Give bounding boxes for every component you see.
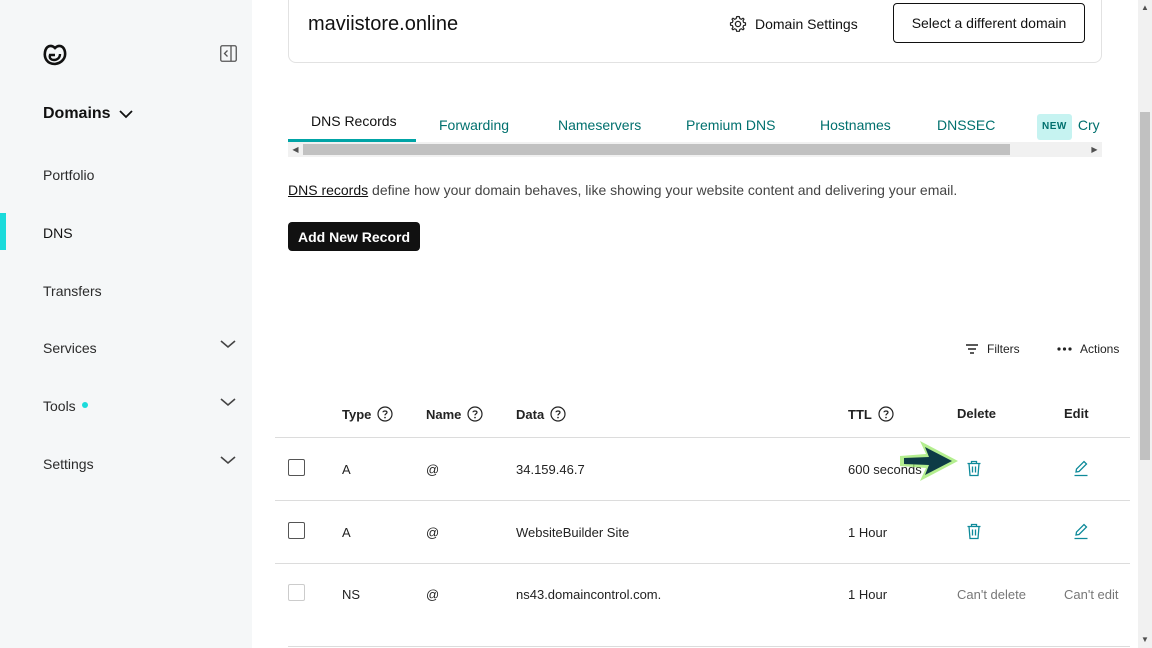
row-checkbox: [288, 584, 305, 601]
record-type: A: [342, 462, 351, 477]
sidebar-item-portfolio[interactable]: Portfolio: [43, 165, 243, 185]
cant-delete-text: Can't delete: [957, 587, 1026, 602]
trash-icon[interactable]: [966, 460, 982, 477]
sidebar-item-settings[interactable]: Settings: [43, 454, 243, 474]
chevron-down-icon: [220, 398, 236, 407]
record-data: WebsiteBuilder Site: [516, 525, 630, 540]
row-checkbox[interactable]: [288, 459, 305, 476]
domain-name: maviistore.online: [308, 13, 459, 35]
sidebar-item-tools[interactable]: Tools: [43, 396, 243, 416]
scrollbar-thumb[interactable]: [1140, 112, 1150, 460]
cant-edit-text: Can't edit: [1064, 587, 1119, 602]
active-indicator: [0, 213, 6, 250]
filters-button[interactable]: Filters: [965, 342, 1020, 356]
record-name: @: [426, 462, 440, 477]
section-title: Domains: [43, 105, 111, 122]
tab-dns-records[interactable]: DNS Records: [311, 110, 397, 142]
column-header-type: Type: [342, 406, 393, 422]
row-divider: [275, 563, 1130, 564]
notification-dot: [81, 402, 88, 408]
domain-settings-link[interactable]: Domain Settings: [729, 15, 858, 33]
dns-records-link[interactable]: DNS records: [288, 182, 368, 198]
row-checkbox[interactable]: [288, 522, 305, 539]
pencil-icon[interactable]: [1073, 523, 1089, 540]
more-dots-icon: [1057, 347, 1072, 351]
pencil-icon[interactable]: [1073, 460, 1089, 477]
record-type: A: [342, 525, 351, 540]
tabs-horizontal-scrollbar[interactable]: ◀ ▶: [288, 142, 1102, 157]
arrow-pointer-icon: [900, 441, 958, 481]
scroll-up-arrow-icon[interactable]: ▲: [1138, 2, 1152, 14]
scroll-down-arrow-icon[interactable]: ▼: [1138, 634, 1152, 646]
chevron-down-icon: [220, 456, 236, 465]
sidebar: Domains Portfolio DNS Transfers Services…: [0, 0, 252, 648]
chevron-down-icon: [220, 340, 236, 349]
sidebar-item-dns[interactable]: DNS: [43, 223, 243, 243]
help-icon[interactable]: [550, 406, 566, 422]
help-icon[interactable]: [878, 406, 894, 422]
record-ttl: 1 Hour: [848, 525, 888, 540]
dns-tabs: DNS Records Forwarding Nameservers Premi…: [288, 110, 1138, 142]
row-divider: [288, 646, 1130, 647]
help-icon[interactable]: [467, 406, 484, 422]
collapse-sidebar-icon[interactable]: [220, 45, 237, 62]
column-header-name: Name: [426, 406, 484, 422]
new-badge: NEW: [1037, 114, 1072, 140]
dns-description: DNS records define how your domain behav…: [288, 182, 958, 198]
godaddy-logo-icon[interactable]: [42, 41, 68, 67]
record-name: @: [426, 525, 440, 540]
trash-icon[interactable]: [966, 523, 982, 540]
add-new-record-button[interactable]: Add New Record: [288, 222, 420, 251]
actions-button[interactable]: Actions: [1057, 342, 1119, 356]
scroll-left-arrow-icon[interactable]: ◀: [288, 142, 303, 157]
sidebar-item-services[interactable]: Services: [43, 338, 243, 358]
filter-icon: [966, 344, 978, 354]
page-vertical-scrollbar[interactable]: ▲ ▼: [1138, 0, 1152, 648]
row-divider: [275, 500, 1130, 501]
record-type: NS: [342, 587, 361, 602]
record-name: @: [426, 587, 440, 602]
domain-header-card: maviistore.online Domain Settings Select…: [288, 0, 1102, 63]
record-data: ns43.domaincontrol.com.: [516, 587, 662, 602]
domains-menu[interactable]: Domains: [43, 105, 133, 123]
select-different-domain-button[interactable]: Select a different domain: [893, 3, 1085, 43]
record-data: 34.159.46.7: [516, 462, 585, 477]
scroll-right-arrow-icon[interactable]: ▶: [1087, 142, 1102, 157]
column-header-edit: Edit: [1064, 406, 1089, 421]
help-icon[interactable]: [377, 406, 393, 422]
column-header-delete: Delete: [957, 406, 997, 421]
chevron-down-icon: [118, 110, 133, 119]
column-header-ttl: TTL: [848, 406, 894, 422]
scrollbar-thumb[interactable]: [303, 144, 1010, 155]
record-ttl: 1 Hour: [848, 587, 888, 602]
column-header-data: Data: [516, 406, 566, 422]
sidebar-item-transfers[interactable]: Transfers: [43, 281, 243, 301]
gear-icon: [729, 15, 747, 32]
row-divider: [275, 437, 1130, 438]
